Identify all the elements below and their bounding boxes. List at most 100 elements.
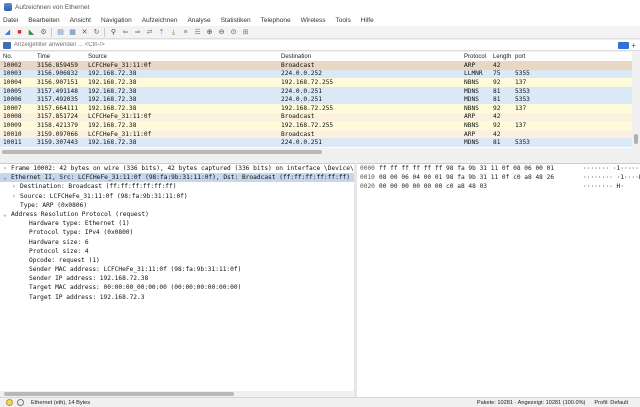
menu-item[interactable]: Datei (3, 17, 18, 24)
bytes-offset: 0020 (360, 183, 375, 191)
packet-cell-destination: 224.0.0.251 (278, 86, 461, 96)
detail-tree-item[interactable]: Opcode: request (1) (0, 256, 354, 265)
packet-list-hscrollbar[interactable] (0, 148, 640, 156)
go-back-icon[interactable]: ⇐ (121, 28, 130, 37)
packet-cell-protocol: ARP (461, 129, 490, 139)
packet-cell-protocol: MDNS (461, 138, 490, 147)
detail-tree-item[interactable]: Protocol type: IPv4 (0x0800) (0, 228, 354, 237)
zoom-reset-icon[interactable]: ⊙ (229, 28, 238, 37)
menu-item[interactable]: Aufzeichnen (142, 17, 178, 24)
menu-item[interactable]: Tools (336, 17, 351, 24)
detail-tree-item[interactable]: Sender IP address: 192.168.72.38 (0, 274, 354, 283)
autoscroll-icon[interactable]: ≡ (181, 28, 190, 37)
bytes-hex: ff ff ff ff ff ff 98 fa 9b 31 11 0f 08 0… (379, 165, 555, 172)
go-to-packet-icon[interactable]: ⇄ (145, 28, 154, 37)
packet-row[interactable]: 10002 3156.859459 LCFCHeFe_31:11:0f Broadca… (0, 61, 632, 70)
open-file-icon[interactable]: ▤ (56, 28, 65, 37)
bytes-row[interactable]: 0000 ff ff ff ff ff ff 98 fa 9b 31 11 0f … (357, 164, 640, 173)
close-file-icon[interactable]: ✕ (80, 28, 89, 37)
packet-cell-no: 10003 (0, 69, 34, 79)
packet-cell-port: 5355 (512, 69, 632, 79)
packet-cell-port: 137 (512, 78, 632, 87)
detail-tree-item[interactable]: Target MAC address: 00:00:00_00:00:00 (0… (0, 283, 354, 292)
detail-tree-item[interactable]: › Frame 10002: 42 bytes on wire (336 bits… (0, 164, 354, 173)
expand-toggle-icon[interactable]: › (3, 164, 11, 173)
capture-options-icon[interactable]: ⚙ (39, 28, 48, 37)
column-header[interactable]: port (512, 52, 632, 61)
column-header[interactable]: Source (85, 52, 278, 61)
packet-cell-no: 10009 (0, 121, 34, 130)
packet-cell-protocol: NBNS (461, 78, 490, 87)
menu-item[interactable]: Bearbeiten (28, 17, 59, 24)
add-filter-button[interactable]: + (631, 41, 636, 50)
reload-icon[interactable]: ↻ (92, 28, 101, 37)
display-filter-input[interactable] (14, 40, 619, 50)
menu-item[interactable]: Statistiken (221, 17, 251, 24)
shark-fin-start-icon[interactable]: ◢ (3, 28, 12, 37)
stop-capture-icon[interactable]: ■ (15, 28, 24, 37)
packet-row[interactable]: 10004 3156.907151 192.168.72.38 192.168.72.… (0, 78, 632, 87)
expand-toggle-icon[interactable]: ⌄ (3, 210, 11, 219)
status-profile[interactable]: Profil: Default (594, 400, 628, 406)
go-forward-icon[interactable]: ⇒ (133, 28, 142, 37)
expand-toggle-icon[interactable]: › (12, 182, 20, 191)
column-header[interactable]: Length (490, 52, 512, 61)
scrollbar-thumb[interactable] (2, 150, 322, 154)
restart-capture-icon[interactable]: ◣ (27, 28, 36, 37)
expand-toggle-icon[interactable]: › (12, 192, 20, 201)
expert-info-icon[interactable] (6, 399, 13, 406)
detail-tree-item[interactable]: Target IP address: 192.168.72.3 (0, 293, 354, 302)
detail-tree-item[interactable]: ⌄ Ethernet II, Src: LCFCHeFe_31:11:0f (98… (0, 173, 354, 183)
detail-tree-item[interactable]: Sender MAC address: LCFCHeFe_31:11:0f (9… (0, 265, 354, 274)
column-header[interactable]: No. (0, 52, 34, 61)
column-header[interactable]: Protocol (461, 52, 490, 61)
resize-columns-icon[interactable]: ⊞ (241, 28, 250, 37)
menu-item[interactable]: Hilfe (361, 17, 374, 24)
detail-tree-item[interactable]: Type: ARP (0x0806) (0, 201, 354, 210)
packet-cell-length: 42 (490, 129, 512, 139)
filter-bookmark-icon[interactable] (3, 41, 11, 49)
packet-row[interactable]: 10010 3159.097066 LCFCHeFe_31:11:0f Broadca… (0, 129, 632, 139)
colorize-icon[interactable]: ☰ (193, 28, 202, 37)
column-header[interactable]: Destination (278, 52, 461, 61)
expand-toggle-icon[interactable]: ⌄ (3, 173, 11, 182)
detail-tree-item[interactable]: › Destination: Broadcast (ff:ff:ff:ff:ff:… (0, 182, 354, 191)
menu-item[interactable]: Navigation (101, 17, 132, 24)
packet-cell-length: 92 (490, 103, 512, 113)
packet-list-scrollbar[interactable] (632, 52, 640, 148)
detail-tree-item[interactable]: Hardware size: 6 (0, 238, 354, 247)
zoom-in-icon[interactable]: ⊕ (205, 28, 214, 37)
menu-item[interactable]: Ansicht (70, 17, 91, 24)
scrollbar-thumb[interactable] (634, 134, 638, 144)
save-file-icon[interactable]: ▦ (68, 28, 77, 37)
last-packet-icon[interactable]: ⤓ (169, 28, 178, 37)
apply-filter-button[interactable] (618, 41, 630, 49)
detail-tree-item[interactable]: Hardware type: Ethernet (1) (0, 219, 354, 228)
detail-text: Source: LCFCHeFe_31:11:0f (98:fa:9b:31:1… (20, 192, 188, 200)
packet-row[interactable]: 10008 3157.851724 LCFCHeFe_31:11:0f Broadca… (0, 112, 632, 122)
packet-row[interactable]: 10011 3159.307443 192.168.72.38 224.0.0.251… (0, 138, 632, 147)
packet-cell-protocol: ARP (461, 61, 490, 70)
packet-row[interactable]: 10005 3157.491148 192.168.72.38 224.0.0.251… (0, 86, 632, 96)
packet-row[interactable]: 10007 3157.664111 192.168.72.38 192.168.72.… (0, 103, 632, 113)
packet-list: No. Time Source Destination Protocol Length po… (0, 52, 632, 148)
packet-row[interactable]: 10003 3156.906832 192.168.72.38 224.0.0.252… (0, 69, 632, 79)
packet-row[interactable]: 10009 3158.421379 192.168.72.38 192.168.72.… (0, 121, 632, 130)
detail-tree-item[interactable]: › Source: LCFCHeFe_31:11:0f (98:fa:9b:31:… (0, 192, 354, 201)
packet-cell-source: 192.168.72.38 (85, 103, 278, 113)
zoom-out-icon[interactable]: ⊖ (217, 28, 226, 37)
capture-comment-icon[interactable] (17, 399, 24, 406)
scrollbar-thumb[interactable] (4, 392, 234, 396)
detail-tree-item[interactable]: Protocol size: 4 (0, 247, 354, 256)
bytes-row[interactable]: 0010 08 00 06 04 00 01 98 fa 9b 31 11 0f … (357, 173, 640, 182)
wireshark-logo-icon (4, 3, 12, 11)
menu-item[interactable]: Telephone (261, 17, 291, 24)
column-header[interactable]: Time (34, 52, 85, 61)
menu-item[interactable]: Analyse (187, 17, 210, 24)
menu-item[interactable]: Wireless (301, 17, 326, 24)
bytes-row[interactable]: 0020 00 00 00 00 00 00 c0 a8 48 03 ·······… (357, 182, 640, 191)
first-packet-icon[interactable]: ⤒ (157, 28, 166, 37)
find-packet-icon[interactable]: ⚲ (109, 28, 118, 37)
detail-tree-item[interactable]: ⌄ Address Resolution Protocol (request) (0, 210, 354, 219)
packet-row[interactable]: 10006 3157.492035 192.168.72.38 224.0.0.251… (0, 95, 632, 104)
